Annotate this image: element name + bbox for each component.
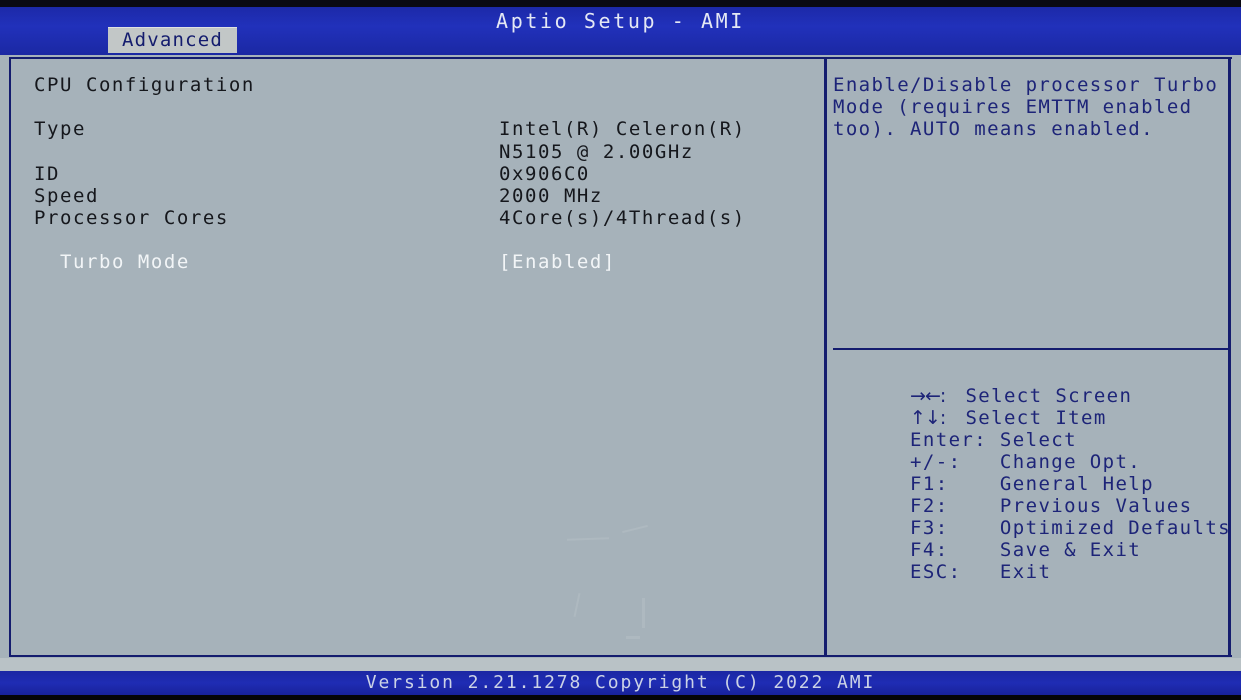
panel-border-right bbox=[1228, 57, 1231, 657]
help-text-line-1: Enable/Disable processor Turbo bbox=[833, 74, 1219, 96]
screen-bottom-bezel bbox=[0, 695, 1241, 700]
info-row-label-type: Type bbox=[34, 118, 86, 140]
bios-setup-screen: Aptio Setup - AMI Advanced CPU Configura… bbox=[0, 0, 1241, 700]
help-pane: Enable/Disable processor Turbo Mode (req… bbox=[830, 58, 1230, 654]
panel-border-bottom bbox=[9, 655, 1232, 657]
help-text-line-3: too). AUTO means enabled. bbox=[833, 118, 1154, 140]
legend-action-exit: Exit bbox=[999, 561, 1052, 583]
info-row-value-speed: 2000 MHz bbox=[499, 185, 603, 207]
screen-artifact bbox=[642, 598, 645, 628]
setting-turbo-mode-value[interactable]: [Enabled] bbox=[499, 251, 616, 273]
legend-key-esc: ESC: bbox=[910, 561, 1000, 583]
info-row-value-processor-cores: 4Core(s)/4Thread(s) bbox=[499, 207, 746, 229]
legend-item-exit: ESC: Exit bbox=[833, 539, 1051, 605]
screen-artifact bbox=[626, 636, 640, 639]
info-row-value-id: 0x906C0 bbox=[499, 163, 590, 185]
version-text: Version 2.21.1278 Copyright (C) 2022 AMI bbox=[365, 672, 876, 693]
screen-artifact bbox=[566, 537, 610, 541]
section-title: CPU Configuration bbox=[34, 74, 255, 96]
tab-advanced[interactable]: Advanced bbox=[108, 27, 237, 53]
panel-vertical-divider bbox=[824, 58, 827, 656]
info-row-label-processor-cores: Processor Cores bbox=[34, 207, 229, 229]
footer-separator bbox=[0, 658, 1241, 671]
screen-artifact bbox=[622, 524, 648, 534]
panel-border-left bbox=[9, 57, 11, 657]
info-row-label-id: ID bbox=[34, 163, 60, 185]
info-row-label-speed: Speed bbox=[34, 185, 99, 207]
setting-turbo-mode-label[interactable]: Turbo Mode bbox=[60, 251, 190, 273]
info-row-value-type-cont: N5105 @ 2.00GHz bbox=[499, 141, 694, 163]
screen-artifact bbox=[573, 593, 581, 617]
settings-pane: CPU Configuration Type Intel(R) Celeron(… bbox=[12, 58, 822, 654]
help-text-line-2: Mode (requires EMTTM enabled bbox=[833, 96, 1193, 118]
info-row-value-type: Intel(R) Celeron(R) bbox=[499, 118, 746, 140]
screen-top-bezel bbox=[0, 0, 1241, 7]
